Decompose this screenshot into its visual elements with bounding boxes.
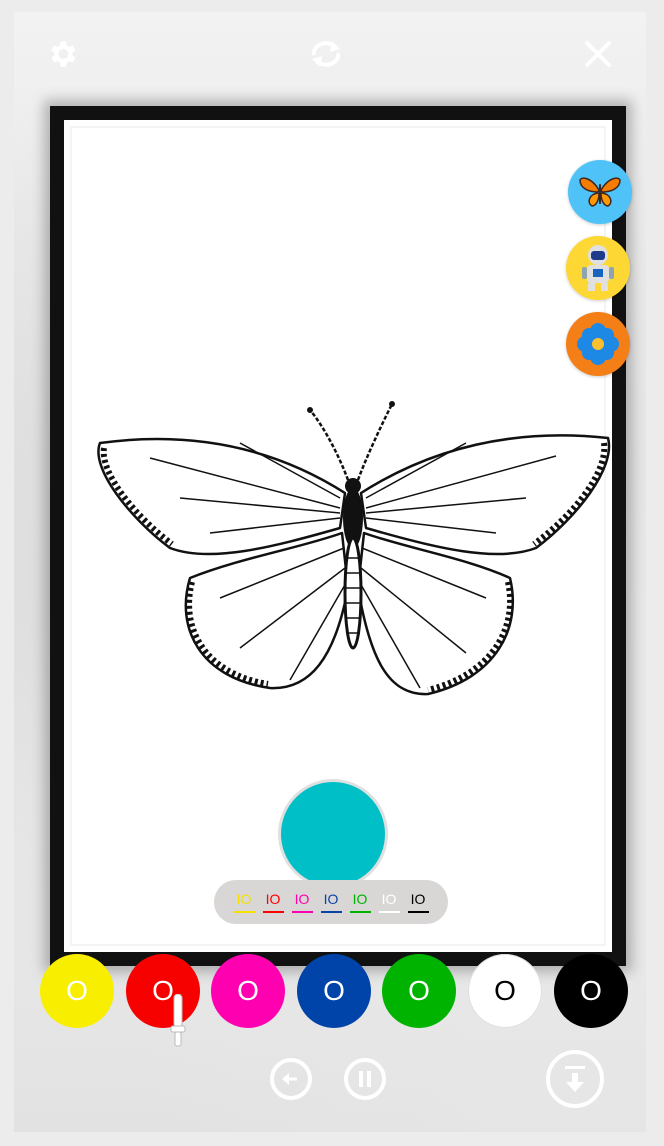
refresh-button[interactable] [306, 34, 346, 74]
mini-swatch-green[interactable]: IO [349, 891, 371, 913]
swatch-yellow[interactable]: O [40, 954, 114, 1028]
swatch-green[interactable]: O [382, 954, 456, 1028]
brush-icon[interactable] [168, 994, 188, 1048]
swatch-label: O [66, 975, 88, 1006]
swatch-blue[interactable]: O [297, 954, 371, 1028]
refresh-icon [311, 41, 341, 67]
pause-button[interactable] [344, 1058, 386, 1100]
coloring-app: IO IO IO IO IO IO IO O O O O O O O [14, 12, 646, 1132]
download-icon [565, 1066, 585, 1092]
butterfly-drawing[interactable] [90, 398, 616, 708]
swatch-white[interactable]: O [468, 954, 542, 1028]
mini-swatch-black[interactable]: IO [407, 891, 429, 913]
download-button[interactable] [546, 1050, 604, 1108]
settings-button[interactable] [42, 34, 82, 74]
undo-icon [282, 1073, 297, 1085]
swatch-label: O [237, 975, 259, 1006]
undo-button[interactable] [270, 1058, 312, 1100]
mini-swatch-yellow[interactable]: IO [233, 891, 255, 913]
swatch-magenta[interactable]: O [211, 954, 285, 1028]
picker-flower[interactable] [566, 312, 630, 376]
color-swatches: O O O O O O O [14, 952, 646, 1047]
gear-icon [51, 41, 76, 67]
swatch-red[interactable]: O [126, 954, 200, 1028]
flower-icon [577, 323, 619, 365]
close-button[interactable] [578, 34, 618, 74]
swatch-black[interactable]: O [554, 954, 628, 1028]
close-icon [585, 41, 611, 67]
mini-swatch-white[interactable]: IO [378, 891, 400, 913]
mini-swatch-red[interactable]: IO [262, 891, 284, 913]
swatch-label: O [408, 975, 430, 1006]
current-color-indicator[interactable] [278, 779, 388, 889]
swatch-label: O [580, 975, 602, 1006]
picker-butterfly[interactable] [568, 160, 632, 224]
astronaut-icon [582, 245, 614, 291]
mini-swatch-blue[interactable]: IO [320, 891, 342, 913]
picker-astronaut[interactable] [566, 236, 630, 300]
pause-icon [359, 1071, 371, 1087]
swatch-label: O [323, 975, 345, 1006]
top-bar [14, 12, 646, 92]
mini-palette: IO IO IO IO IO IO IO [214, 880, 448, 924]
swatch-label: O [494, 975, 516, 1006]
mini-swatch-magenta[interactable]: IO [291, 891, 313, 913]
butterfly-icon [579, 177, 621, 207]
